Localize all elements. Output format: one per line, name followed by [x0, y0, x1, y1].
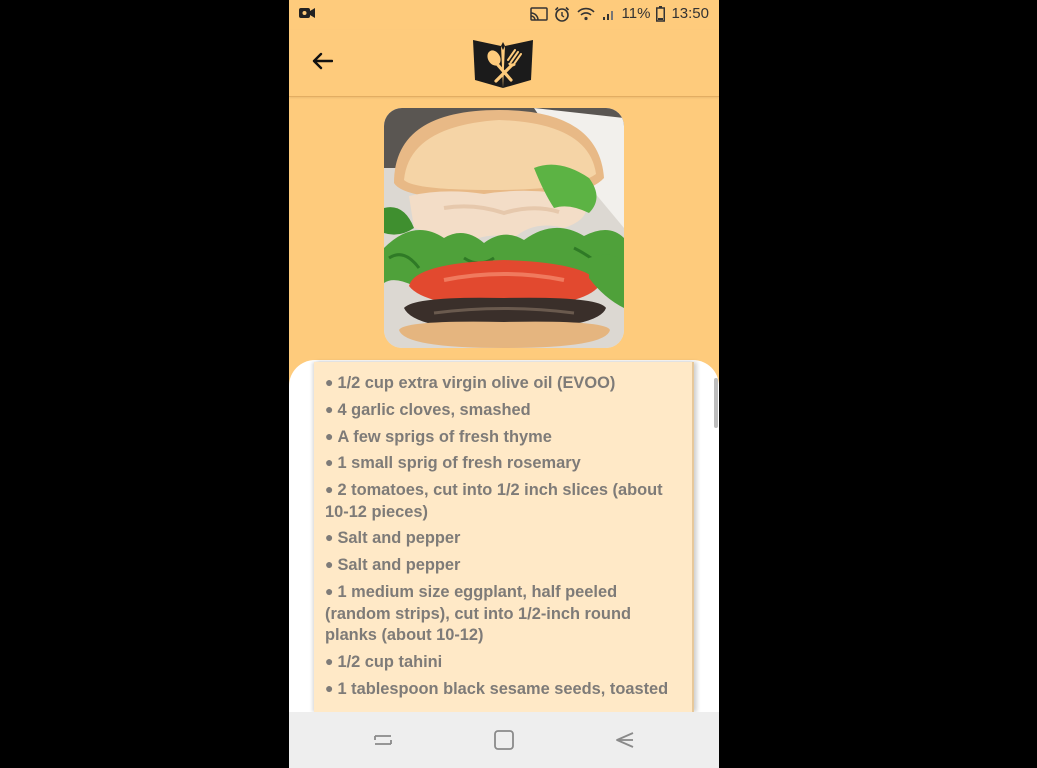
arrow-left-icon	[312, 52, 333, 70]
clock: 13:50	[671, 5, 709, 22]
ingredient-text: 1 small sprig of fresh rosemary	[337, 454, 581, 473]
ingredient-text: Salt and pepper	[337, 556, 461, 575]
list-item: ● 1/2 cup tahini	[325, 651, 670, 674]
alarm-icon	[554, 6, 569, 22]
ingredient-text: 1 tablespoon black sesame seeds, toasted	[337, 679, 669, 698]
cookbook-logo-icon	[473, 40, 533, 88]
video-recording-icon	[299, 8, 315, 18]
bullet: ●	[325, 427, 334, 444]
wifi-icon	[576, 7, 595, 21]
home-button[interactable]	[490, 726, 518, 754]
list-item: ● 4 garlic cloves, smashed	[325, 399, 670, 422]
bullet: ●	[325, 481, 334, 498]
bullet: ●	[325, 583, 334, 600]
list-item: ● 1/2 cup extra virgin olive oil (EVOO)	[325, 372, 670, 395]
bullet: ●	[325, 652, 334, 669]
system-nav-bar	[289, 712, 719, 768]
bullet: ●	[325, 679, 334, 696]
app-bar	[289, 30, 719, 97]
status-icons: 11% 13:50	[529, 5, 709, 22]
scrollbar[interactable]	[714, 378, 718, 428]
battery-icon	[656, 5, 666, 22]
battery-percent: 11%	[621, 5, 651, 22]
list-item: ● A few sprigs of fresh thyme	[325, 426, 670, 449]
nav-back-button[interactable]	[610, 726, 638, 754]
ingredient-text: 4 garlic cloves, smashed	[337, 400, 531, 419]
ingredient-text: 1/2 cup tahini	[337, 652, 443, 671]
status-bar: 11% 13:50	[289, 0, 719, 30]
recents-button[interactable]	[369, 726, 397, 754]
list-item: ● 1 medium size eggplant, half peeled (ra…	[325, 581, 670, 647]
bullet: ●	[325, 400, 334, 417]
list-item: ● 1 small sprig of fresh rosemary	[325, 452, 670, 475]
signal-icon	[602, 10, 613, 20]
ingredients-list: ● 1/2 cup extra virgin olive oil (EVOO) ●…	[314, 362, 692, 700]
ingredient-text: 1 medium size eggplant, half peeled (ran…	[325, 583, 631, 645]
recents-icon	[374, 735, 392, 745]
phone-screen: 11% 13:50 ● 1/2 cup extra virgin olive o…	[289, 0, 719, 768]
burger-photo	[384, 108, 624, 348]
bullet: ●	[325, 529, 334, 546]
ingredient-text: Salt and pepper	[337, 529, 461, 548]
ingredient-text: 2 tomatoes, cut into 1/2 inch slices (ab…	[325, 481, 663, 521]
ingredients-card[interactable]: ● 1/2 cup extra virgin olive oil (EVOO) ●…	[314, 362, 694, 712]
bullet: ●	[325, 556, 334, 573]
bullet: ●	[325, 454, 334, 471]
recipe-photo	[384, 108, 624, 348]
back-triangle-icon	[616, 732, 634, 748]
home-icon	[494, 730, 514, 750]
back-button[interactable]	[307, 46, 337, 76]
list-item: ● Salt and pepper	[325, 554, 670, 577]
list-item: ● 1 tablespoon black sesame seeds, toaste…	[325, 678, 670, 701]
list-item: ● Salt and pepper	[325, 527, 670, 550]
ingredient-text: 1/2 cup extra virgin olive oil (EVOO)	[337, 374, 616, 392]
cast-icon	[529, 6, 548, 21]
ingredient-text: A few sprigs of fresh thyme	[337, 427, 552, 446]
bullet: ●	[325, 374, 334, 390]
list-item: ● 2 tomatoes, cut into 1/2 inch slices (a…	[325, 479, 670, 523]
